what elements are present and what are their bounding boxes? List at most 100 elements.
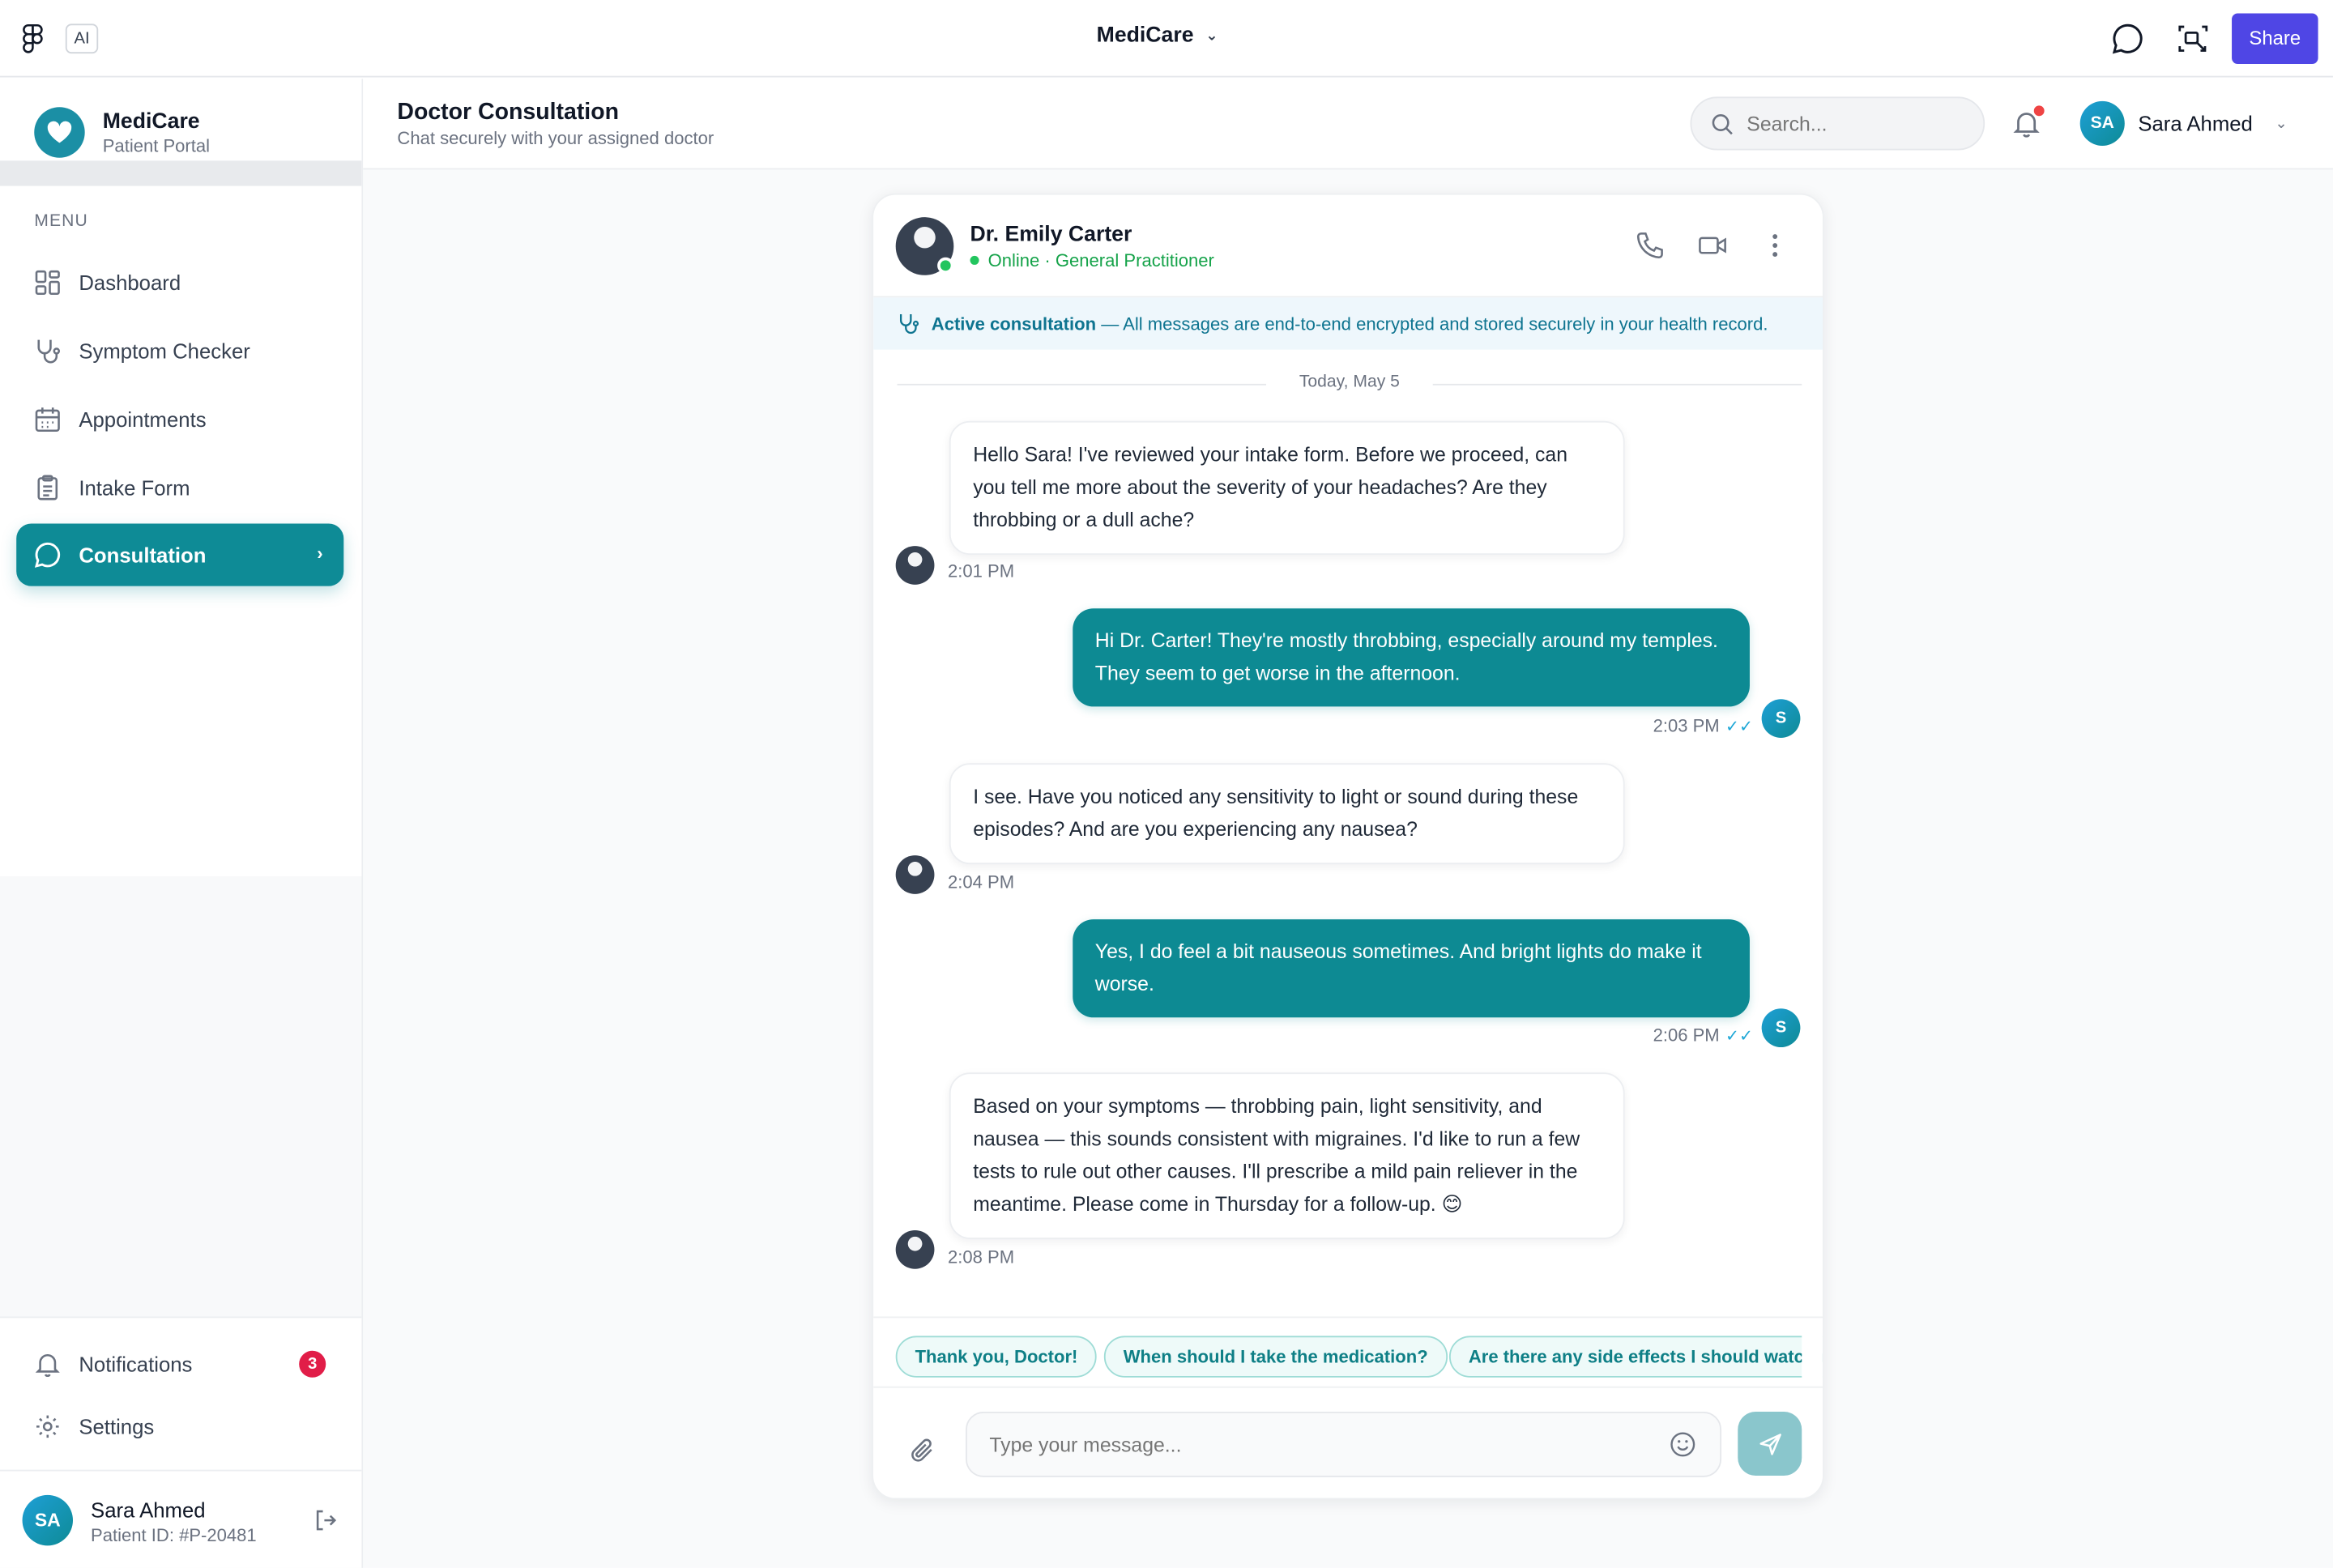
read-receipt-icon: ✓✓ xyxy=(1725,1028,1753,1046)
share-button[interactable]: Share xyxy=(2232,13,2318,64)
message-time: 2:04 PM xyxy=(947,871,1015,893)
doctor-avatar xyxy=(895,546,935,585)
read-receipt-icon: ✓✓ xyxy=(1725,718,1753,737)
brand-name: MediCare xyxy=(102,109,200,134)
sidebar-item-consultation[interactable]: Consultation › xyxy=(16,523,344,586)
chevron-right-icon: › xyxy=(317,543,323,565)
search-field[interactable] xyxy=(1690,96,1985,151)
scroll-fade xyxy=(1802,1318,1823,1387)
chevron-down-icon: ⌄ xyxy=(2275,115,2288,132)
heart-logo-icon xyxy=(34,107,85,158)
page-title: Doctor Consultation xyxy=(397,100,620,126)
brand: MediCare Patient Portal xyxy=(0,79,362,161)
sidebar-item-label: Intake Form xyxy=(79,475,190,501)
date-label: Today, May 5 xyxy=(1299,373,1400,392)
gear-icon xyxy=(34,1413,61,1440)
message-time: 2:06 PM xyxy=(1653,1025,1720,1046)
quick-reply-chip[interactable]: Thank you, Doctor! xyxy=(895,1336,1098,1378)
divider xyxy=(1432,383,1802,386)
search-icon xyxy=(1712,113,1733,134)
paperclip-icon[interactable] xyxy=(909,1437,936,1464)
header-user-name: Sara Ahmed xyxy=(2138,111,2253,136)
stethoscope-icon xyxy=(34,338,61,364)
chat-header: Dr. Emily Carter Online · General Practi… xyxy=(873,195,1823,298)
video-camera-icon[interactable] xyxy=(1698,231,1728,261)
encryption-notice: Active consultation — All messages are e… xyxy=(873,297,1823,350)
emoji-icon[interactable] xyxy=(1670,1431,1696,1458)
menu-label: MENU xyxy=(34,212,88,231)
sidebar-item-label: Consultation xyxy=(79,543,207,567)
sidebar-top: MediCare Patient Portal MENU Dashboard S… xyxy=(0,79,362,876)
top-bar: AI MediCare ⌄ Share xyxy=(0,0,2333,78)
sidebar: MediCare Patient Portal MENU Dashboard S… xyxy=(0,79,364,1568)
message-meta: 2:03 PM ✓✓ xyxy=(1653,715,1753,736)
app-title-switcher[interactable]: MediCare ⌄ xyxy=(1097,23,1218,47)
message-composer xyxy=(873,1386,1823,1498)
notice-text: Active consultation — All messages are e… xyxy=(932,313,1768,334)
status-dot xyxy=(970,255,979,265)
sidebar-item-symptom-checker[interactable]: Symptom Checker xyxy=(16,320,343,382)
search-input[interactable] xyxy=(1747,112,1956,135)
main-content: Doctor Consultation Chat securely with y… xyxy=(363,79,2333,1568)
page-subtitle: Chat securely with your assigned doctor xyxy=(397,127,714,149)
send-icon xyxy=(1759,1433,1781,1455)
sidebar-item-intake-form[interactable]: Intake Form xyxy=(16,457,343,519)
message-bubble-patient: Hi Dr. Carter! They're mostly throbbing,… xyxy=(1073,608,1750,707)
inspect-icon[interactable] xyxy=(2175,21,2211,57)
message-bubble-doctor: I see. Have you noticed any sensitivity … xyxy=(949,763,1625,865)
patient-id: Patient ID: #P-20481 xyxy=(91,1524,257,1546)
date-separator: Today, May 5 xyxy=(897,373,1802,394)
message-time: 2:08 PM xyxy=(947,1246,1015,1268)
message-bubble-doctor: Based on your symptoms — throbbing pain,… xyxy=(949,1072,1625,1239)
notification-dot xyxy=(2033,105,2045,117)
sidebar-item-settings[interactable]: Settings xyxy=(16,1395,343,1458)
message-meta: 2:06 PM ✓✓ xyxy=(1653,1025,1753,1046)
comment-icon[interactable] xyxy=(2109,21,2145,57)
quick-reply-chip[interactable]: When should I take the medication? xyxy=(1103,1336,1448,1378)
more-options-icon[interactable] xyxy=(1760,231,1790,261)
doctor-status: Online · General Practitioner xyxy=(970,250,1214,271)
quick-reply-chip[interactable]: Are there any side effects I should watc… xyxy=(1448,1336,1823,1378)
message-time: 2:01 PM xyxy=(947,560,1015,582)
user-name: Sara Ahmed xyxy=(91,1498,206,1522)
patient-avatar: S xyxy=(1761,699,1801,739)
sidebar-item-notifications[interactable]: Notifications 3 xyxy=(16,1333,343,1395)
message-bubble-doctor: Hello Sara! I've reviewed your intake fo… xyxy=(949,420,1625,556)
quick-replies: Thank you, Doctor! When should I take th… xyxy=(873,1316,1823,1387)
sidebar-item-dashboard[interactable]: Dashboard xyxy=(16,251,343,313)
divider xyxy=(0,160,362,186)
page-header: Doctor Consultation Chat securely with y… xyxy=(363,79,2333,170)
app-title: MediCare xyxy=(1096,23,1194,48)
sidebar-item-label: Appointments xyxy=(79,407,207,432)
ai-badge[interactable]: AI xyxy=(65,23,99,54)
stethoscope-icon xyxy=(899,314,919,334)
clipboard-icon xyxy=(34,475,61,501)
doctor-name: Dr. Emily Carter xyxy=(970,223,1132,247)
doctor-avatar xyxy=(895,855,935,894)
chat-panel: Dr. Emily Carter Online · General Practi… xyxy=(872,193,1824,1500)
online-indicator xyxy=(937,257,954,274)
calendar-icon xyxy=(34,406,61,432)
sidebar-item-appointments[interactable]: Appointments xyxy=(16,388,343,450)
logout-icon[interactable] xyxy=(314,1508,338,1532)
notification-count-badge: 3 xyxy=(299,1350,326,1378)
notice-bold: Active consultation xyxy=(931,313,1097,334)
sidebar-user[interactable]: SA Sara Ahmed Patient ID: #P-20481 xyxy=(0,1469,362,1568)
grid-icon xyxy=(34,269,61,296)
message-input[interactable] xyxy=(966,1412,1722,1477)
figma-logo-icon[interactable] xyxy=(21,23,45,53)
sidebar-item-label: Symptom Checker xyxy=(79,339,250,364)
patient-avatar: S xyxy=(1761,1008,1801,1048)
phone-icon[interactable] xyxy=(1636,231,1666,261)
avatar: SA xyxy=(22,1494,73,1546)
sidebar-item-label: Dashboard xyxy=(79,271,181,295)
send-button[interactable] xyxy=(1738,1412,1802,1476)
avatar: SA xyxy=(2079,100,2125,146)
doctor-avatar xyxy=(895,1229,935,1269)
message-time: 2:03 PM xyxy=(1653,715,1720,737)
doctor-status-text: Online · General Practitioner xyxy=(987,249,1214,271)
chat-bubble-icon xyxy=(34,542,61,569)
header-user-menu[interactable]: SA Sara Ahmed ⌄ xyxy=(2079,100,2288,146)
bell-icon xyxy=(34,1351,61,1378)
sidebar-item-label: Settings xyxy=(79,1414,155,1439)
